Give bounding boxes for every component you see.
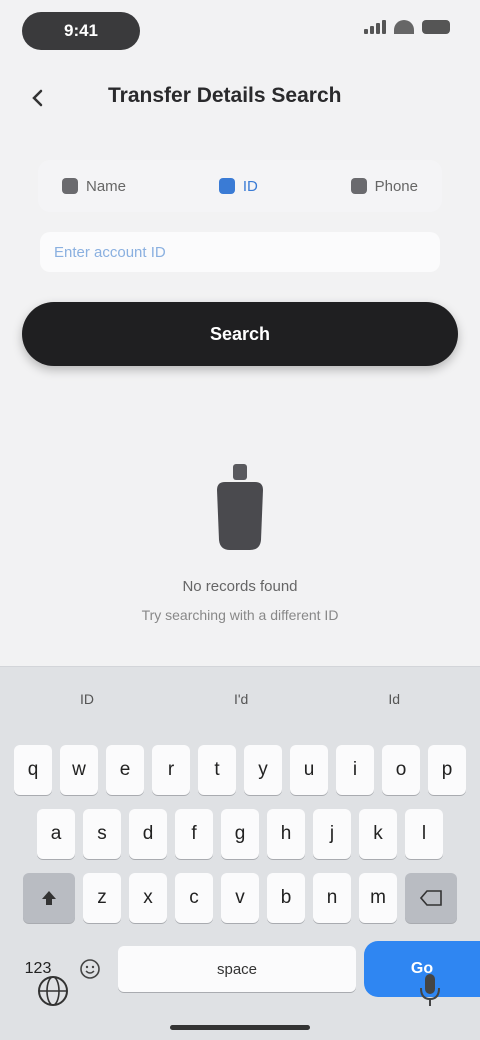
document-icon xyxy=(205,460,275,556)
search-input[interactable] xyxy=(54,243,426,261)
key[interactable]: a xyxy=(37,809,75,859)
tab-id[interactable]: ID xyxy=(209,166,268,206)
back-button[interactable] xyxy=(22,82,54,114)
key[interactable]: y xyxy=(244,745,282,795)
key[interactable]: k xyxy=(359,809,397,859)
page-title: Transfer Details Search xyxy=(108,84,342,107)
backspace-key[interactable] xyxy=(405,873,457,923)
key[interactable]: e xyxy=(106,745,144,795)
empty-state-subtitle: Try searching with a different ID xyxy=(141,607,339,623)
navigation-header: Transfer Details Search xyxy=(0,70,480,126)
key[interactable]: l xyxy=(405,809,443,859)
key-row-1: q w e r t y u i o p xyxy=(0,745,480,795)
phone-icon xyxy=(350,178,367,194)
suggestion-item[interactable]: Id xyxy=(384,685,404,713)
keyboard-footer xyxy=(0,950,480,1040)
wifi-icon xyxy=(394,20,414,34)
status-icons xyxy=(364,20,450,34)
suggestion-item[interactable]: I'd xyxy=(230,685,252,713)
key[interactable]: p xyxy=(428,745,466,795)
key[interactable]: h xyxy=(267,809,305,859)
key[interactable]: f xyxy=(175,809,213,859)
tab-label: Phone xyxy=(374,177,418,195)
tab-label: ID xyxy=(242,177,258,195)
key-row-3: z x c v b n m xyxy=(0,873,480,923)
search-field xyxy=(40,232,440,272)
key[interactable]: z xyxy=(83,873,121,923)
microphone-icon[interactable] xyxy=(418,972,442,1008)
status-time: 9:41 xyxy=(22,12,140,50)
key[interactable]: s xyxy=(83,809,121,859)
key[interactable]: t xyxy=(198,745,236,795)
search-button[interactable]: Search xyxy=(22,302,458,366)
empty-state-title: No records found xyxy=(182,578,298,595)
key[interactable]: n xyxy=(313,873,351,923)
key[interactable]: g xyxy=(221,809,259,859)
key[interactable]: q xyxy=(14,745,52,795)
suggestion-item[interactable]: ID xyxy=(76,685,98,713)
key[interactable]: w xyxy=(60,745,98,795)
key[interactable]: o xyxy=(382,745,420,795)
search-type-tabs: Name ID Phone xyxy=(38,160,442,212)
key[interactable]: x xyxy=(129,873,167,923)
key[interactable]: v xyxy=(221,873,259,923)
suggestion-bar: ID I'd Id xyxy=(0,667,480,731)
key[interactable]: c xyxy=(175,873,213,923)
tab-phone[interactable]: Phone xyxy=(341,166,428,206)
home-indicator xyxy=(170,1025,310,1030)
signal-icon xyxy=(364,20,386,34)
battery-icon xyxy=(422,20,450,34)
id-card-icon xyxy=(218,178,235,194)
tab-label: Name xyxy=(86,177,127,195)
shift-key[interactable] xyxy=(23,873,75,923)
key[interactable]: i xyxy=(336,745,374,795)
backspace-icon xyxy=(420,890,442,906)
user-icon xyxy=(62,178,78,194)
globe-icon[interactable] xyxy=(36,974,70,1008)
tab-name[interactable]: Name xyxy=(52,166,136,206)
key[interactable]: r xyxy=(152,745,190,795)
chevron-left-icon xyxy=(32,89,43,107)
empty-state: No records found Try searching with a di… xyxy=(0,460,480,623)
key[interactable]: j xyxy=(313,809,351,859)
status-bar: 9:41 xyxy=(0,0,480,64)
key-row-2: a s d f g h j k l xyxy=(0,809,480,859)
key[interactable]: m xyxy=(359,873,397,923)
key[interactable]: u xyxy=(290,745,328,795)
key[interactable]: d xyxy=(129,809,167,859)
on-screen-keyboard: ID I'd Id q w e r t y u i o p a s d f g … xyxy=(0,666,480,1040)
key[interactable]: b xyxy=(267,873,305,923)
shift-icon xyxy=(42,891,56,905)
